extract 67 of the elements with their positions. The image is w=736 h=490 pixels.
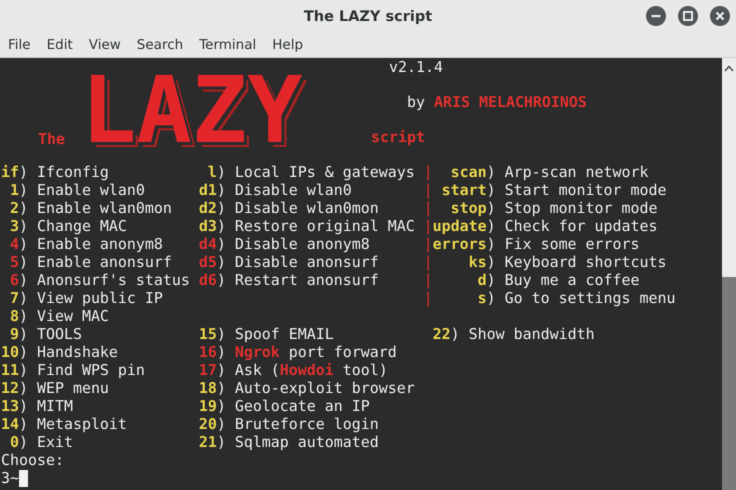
separator-mark: | [424,181,433,199]
separator-mark: | [424,199,433,217]
menu-option: d5) Disable anonsurf [198,253,379,271]
separator-mark: | [424,217,433,235]
menu-option: ks) Keyboard shortcuts [432,253,666,271]
menu-option: 1) Enable wlan0 [1,181,145,199]
menu-option: 21) Sqlmap automated [198,433,379,451]
menu-option: 13) MITM [1,397,73,415]
menu-option: 19) Geolocate an IP [198,397,370,415]
menu-item[interactable]: File [8,37,39,53]
minimize-button[interactable] [646,6,666,26]
menu-item[interactable]: Edit [46,37,81,53]
menu-option: 17) Ask (Howdoi tool) [198,361,388,379]
menu-option: 12) WEP menu [1,379,109,397]
menu-option: 8) View MAC [1,307,109,325]
separator-mark: | [424,163,433,181]
menu-item[interactable]: Help [272,37,312,53]
separator-mark: | [424,289,433,307]
separator-mark: | [424,271,433,289]
menu-option: 2) Enable wlan0mon [1,199,172,217]
banner-text: The [38,130,65,148]
menu-option: 16) Ngrok port forward [198,343,397,361]
byline-text: by [407,93,425,111]
menu-item[interactable]: View [88,37,129,53]
close-button[interactable] [710,6,730,26]
menu-option: 18) Auto-exploit browser [198,379,415,397]
version-text: v2.1.4 [389,58,443,76]
menu-option: errors) Fix some errors [432,235,640,253]
menu-option: 7) View public IP [1,289,163,307]
menu-option: 22) Show bandwidth [432,325,595,343]
menu-option: d3) Restore original MAC [198,217,415,235]
menu-option: stop) Stop monitor mode [432,199,658,217]
menu-option: if) Ifconfig [1,163,109,181]
menu-item[interactable]: Search [136,37,192,53]
maximize-button[interactable] [678,6,698,26]
logo-text: LAZY [81,58,304,163]
menu-item[interactable]: Terminal [199,37,264,53]
menu-option: update) Check for updates [432,217,658,235]
separator-mark: | [424,253,433,271]
menu-option: 20) Bruteforce login [198,415,379,433]
menu-option: scan) Arp-scan network [432,163,648,181]
prompt-text: Choose: [1,451,64,469]
menu-option: s) Go to settings menu [432,289,676,307]
menu-option: 11) Find WPS pin [1,361,145,379]
menu-option: 6) Anonsurf's status [1,271,190,289]
window-title: The LAZY script [304,8,432,24]
text-cursor [19,470,28,487]
menu-option: 5) Enable anonsurf [1,253,172,271]
menu-option: d6) Restart anonsurf [198,271,379,289]
menu-option: 3) Change MAC [1,217,127,235]
menu-option: start) Start monitor mode [432,181,666,199]
menu-option: d1) Disable wlan0 [198,181,352,199]
menu-option: d4) Disable anonym8 [198,235,370,253]
menu-option: 15) Spoof EMAIL [198,325,334,343]
menu-option: 0) Exit [1,433,73,451]
menu-option: 9) TOOLS [1,325,82,343]
menu-option: l) Local IPs & gateways [198,163,415,181]
typed-text: 3~ [1,469,19,487]
separator-mark: | [424,235,433,253]
menu-option: d) Buy me a coffee [432,271,640,289]
menu-option: 4) Enable anonym8 [1,235,163,253]
menu-option: d2) Disable wlan0mon [198,199,379,217]
scrollbar-thumb[interactable] [722,277,736,490]
author-name: ARIS MELACHROINOS [434,93,587,111]
banner-text: script [371,128,425,146]
menu-option: 10) Handshake [1,343,118,361]
menu-option: 14) Metasploit [1,415,127,433]
